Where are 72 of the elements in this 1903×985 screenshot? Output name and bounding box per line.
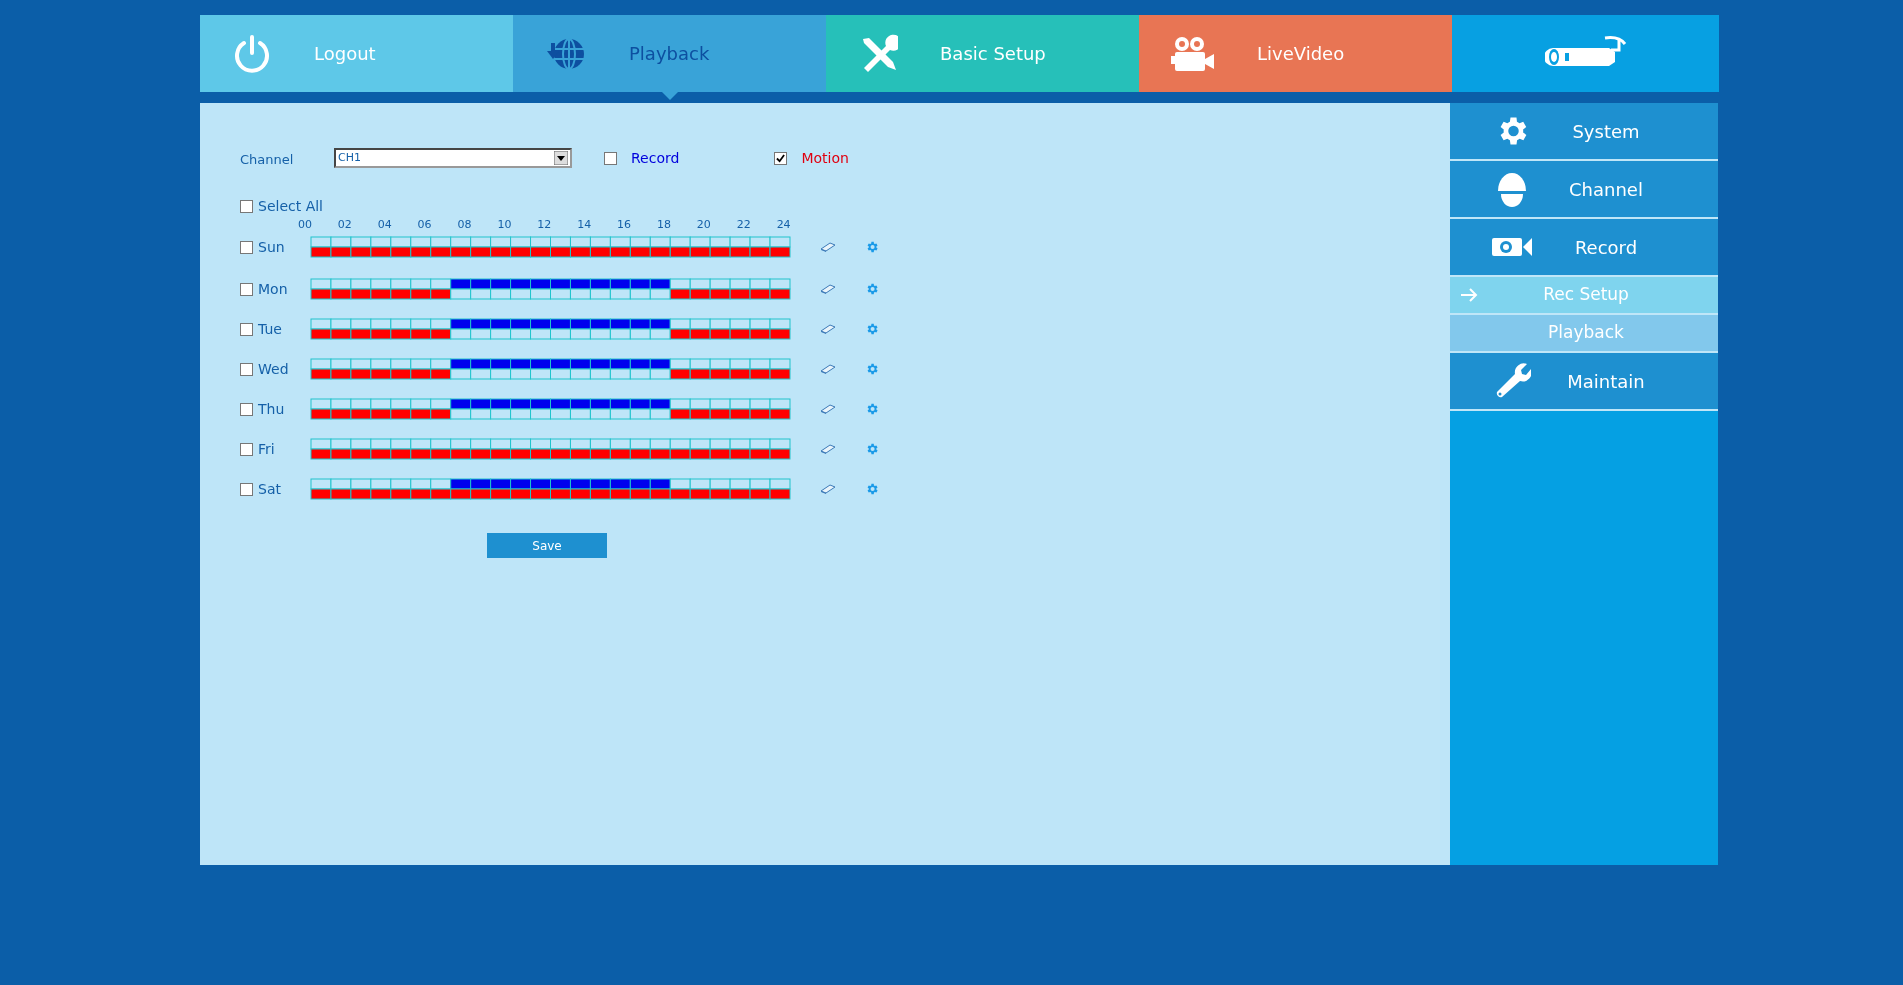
schedule-grid[interactable] [310,278,791,300]
sidebar-item[interactable]: System [1450,103,1718,161]
settings-icon[interactable] [865,402,879,416]
arrow-icon [1460,288,1478,302]
checkbox[interactable] [240,200,253,213]
checkbox[interactable] [774,151,788,165]
dropdown-arrow-icon [554,151,568,165]
schedule-grid[interactable] [310,438,791,460]
nav-tab[interactable]: LiveVideo [1139,15,1452,92]
schedule-grid[interactable] [310,478,791,500]
settings-icon[interactable] [865,282,879,296]
motion-label: Motion [801,148,849,168]
nav-tab[interactable]: Logout [200,15,513,92]
day-label: Sat [258,479,282,499]
video-camera-icon [1492,236,1532,258]
checkbox[interactable] [240,240,253,254]
day-label: Mon [258,279,289,299]
hour-label: 24 [775,216,792,233]
schedule-grid[interactable] [310,318,791,340]
eraser-icon[interactable] [820,484,836,494]
hour-label: 08 [456,216,473,233]
checkbox[interactable] [240,362,253,376]
eraser-icon[interactable] [820,324,836,334]
save-button[interactable]: Save [487,533,607,558]
checkbox[interactable] [240,482,253,496]
sidebar-subitem[interactable]: Playback [1450,315,1718,353]
sidebar-item[interactable]: Record [1450,219,1718,277]
day-label: Wed [258,359,290,379]
checkbox[interactable] [604,151,617,165]
hour-label: 18 [655,216,672,233]
hour-label: 22 [735,216,752,233]
movie-camera-icon [1171,34,1215,73]
checkbox[interactable] [240,282,253,296]
settings-icon[interactable] [865,322,879,336]
power-icon [232,33,272,74]
eraser-icon[interactable] [820,284,836,294]
nav-tab[interactable]: Playback [513,15,826,92]
hour-label: 06 [416,216,433,233]
schedule-grid[interactable] [310,358,791,380]
eraser-icon[interactable] [820,242,836,252]
hour-label: 10 [496,216,513,233]
hour-label: 04 [376,216,393,233]
settings-icon[interactable] [865,240,879,254]
day-label: Sun [258,237,286,257]
checkbox[interactable] [240,402,253,416]
sidebar-item[interactable]: Maintain [1450,353,1718,411]
hour-label: 14 [576,216,593,233]
nav-tab[interactable]: Basic Setup [826,15,1139,92]
settings-icon[interactable] [865,362,879,376]
channel-select[interactable]: CH1 [334,148,572,168]
eraser-icon[interactable] [820,444,836,454]
schedule-grid[interactable] [310,236,791,258]
checkbox[interactable] [240,322,253,336]
eraser-icon[interactable] [820,404,836,414]
settings-icon[interactable] [865,482,879,496]
hour-label: 02 [336,216,353,233]
select-all-label: Select All [258,197,323,216]
nav-tab[interactable] [1452,15,1719,92]
eraser-icon[interactable] [820,364,836,374]
day-label: Thu [258,399,286,419]
hour-label: 16 [616,216,633,233]
hour-label: 00 [296,216,313,233]
hour-label: 12 [536,216,553,233]
schedule-grid[interactable] [310,398,791,420]
sidebar-item[interactable]: Channel [1450,161,1718,219]
record-label: Record [631,148,680,168]
day-label: Fri [258,439,276,459]
settings-icon[interactable] [865,442,879,456]
hour-label: 20 [695,216,712,233]
checkbox[interactable] [240,442,253,456]
day-label: Tue [258,319,283,339]
channel-label: Channel [240,151,295,170]
